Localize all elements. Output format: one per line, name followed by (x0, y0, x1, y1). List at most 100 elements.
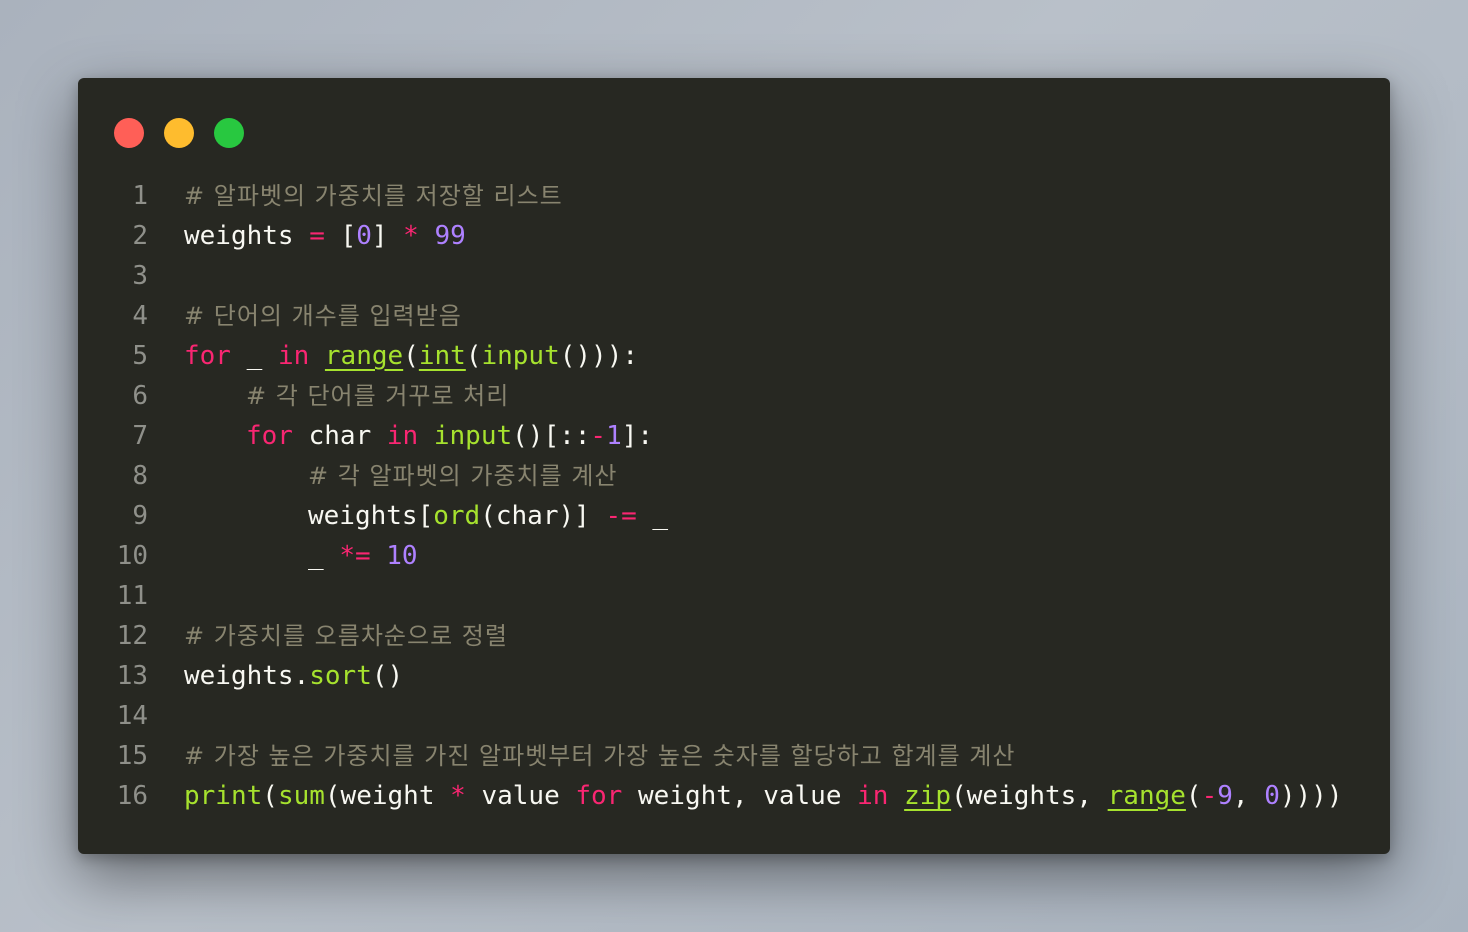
function-token: sort (309, 661, 372, 691)
line-source: # 각 알파벳의 가중치를 계산 (184, 456, 618, 496)
line-number: 5 (132, 341, 148, 371)
code-line: 16 print(sum(weight * value for weight, v… (78, 776, 1390, 816)
maximize-button[interactable] (214, 118, 244, 148)
code-token: weights (184, 221, 310, 251)
function-token: ord (433, 501, 481, 531)
code-window: 1 # 알파벳의 가중치를 저장할 리스트 2 weights = [0] * 99 3… (78, 78, 1390, 854)
operator-token: - (1201, 781, 1218, 811)
builtin-function-token: zip (904, 781, 952, 811)
code-token: _ (230, 341, 278, 371)
code-token: (weight (324, 781, 451, 811)
code-token: ()[:: (512, 421, 591, 451)
code-token: _ (308, 541, 340, 571)
line-number: 3 (132, 261, 148, 291)
keyword-token: for (246, 421, 293, 451)
line-source: for _ in range(int(input())): (184, 336, 638, 376)
code-line: 9 weights[ord(char)] -= _ (78, 496, 1390, 536)
operator-token: -= (605, 501, 637, 531)
code-token: value (465, 781, 576, 811)
code-token: , (1232, 781, 1265, 811)
line-number: 11 (116, 581, 148, 611)
line-number: 8 (132, 461, 148, 491)
code-editor: 1 # 알파벳의 가중치를 저장할 리스트 2 weights = [0] * 99 3… (78, 176, 1390, 816)
line-number: 2 (132, 221, 148, 251)
code-token: ( (1185, 781, 1202, 811)
code-comment: # 가중치를 오름차순으로 정렬 (184, 622, 508, 650)
operator-token: *= (339, 541, 371, 571)
number-token: 1 (606, 421, 622, 451)
code-token: ( (262, 781, 278, 811)
code-line: 8 # 각 알파벳의 가중치를 계산 (78, 456, 1390, 496)
number-token: 0 (1264, 781, 1280, 811)
code-token: ())): (559, 341, 639, 371)
code-line: 15 # 가장 높은 가중치를 가진 알파벳부터 가장 높은 숫자를 할당하고 합… (78, 736, 1390, 776)
line-source: _ *= 10 (184, 536, 418, 576)
line-number: 6 (132, 381, 148, 411)
builtin-function-token: int (418, 341, 466, 371)
code-token: ( (403, 341, 419, 371)
function-token: sum (277, 781, 325, 811)
line-number: 9 (132, 501, 148, 531)
line-number: 7 (132, 421, 148, 451)
keyword-token: for (184, 341, 231, 371)
line-number: 10 (116, 541, 148, 571)
code-comment: # 단어의 개수를 입력받음 (184, 302, 462, 330)
code-token: [ (324, 221, 357, 251)
code-token: weight, value (622, 781, 858, 811)
line-source: weights[ord(char)] -= _ (184, 496, 668, 536)
line-source: # 가장 높은 가중치를 가진 알파벳부터 가장 높은 숫자를 할당하고 합계를… (184, 736, 1016, 776)
function-token: input (481, 341, 560, 371)
code-line: 5 for _ in range(int(input())): (78, 336, 1390, 376)
line-number: 1 (132, 181, 148, 211)
code-line: 14 (78, 696, 1390, 736)
line-number: 16 (116, 781, 148, 811)
code-line: 10 _ *= 10 (78, 536, 1390, 576)
code-line: 2 weights = [0] * 99 (78, 216, 1390, 256)
code-comment: # 각 알파벳의 가중치를 계산 (308, 462, 618, 490)
code-token: (weights, (951, 781, 1108, 811)
minimize-button[interactable] (164, 118, 194, 148)
line-source: weights = [0] * 99 (184, 216, 466, 256)
code-token: weights[ (308, 501, 434, 531)
code-token: char (292, 421, 387, 451)
code-comment: # 가장 높은 가중치를 가진 알파벳부터 가장 높은 숫자를 할당하고 합계를… (184, 742, 1016, 770)
operator-token: * (403, 221, 419, 251)
code-token: weights. (184, 661, 310, 691)
code-token: ( (465, 341, 482, 371)
keyword-token: for (575, 781, 623, 811)
function-token: input (433, 421, 513, 451)
number-token: 10 (386, 541, 418, 571)
code-token: (char)] (480, 501, 606, 531)
code-comment: # 알파벳의 가중치를 저장할 리스트 (184, 182, 563, 210)
number-token: 9 (1217, 781, 1233, 811)
close-button[interactable] (114, 118, 144, 148)
builtin-function-token: range (324, 341, 404, 371)
operator-token: = (309, 221, 325, 251)
line-number: 13 (116, 661, 148, 691)
line-source: # 각 단어를 거꾸로 처리 (184, 376, 509, 416)
code-line: 4 # 단어의 개수를 입력받음 (78, 296, 1390, 336)
code-token: ] (371, 221, 404, 251)
code-token: _ (636, 501, 669, 531)
code-line: 3 (78, 256, 1390, 296)
code-token: )))) (1279, 781, 1359, 811)
line-number: 4 (132, 301, 148, 331)
code-comment: # 각 단어를 거꾸로 처리 (246, 382, 510, 410)
code-line: 1 # 알파벳의 가중치를 저장할 리스트 (78, 176, 1390, 216)
keyword-token: in (857, 781, 889, 811)
code-token: ]: (621, 421, 654, 451)
code-line: 11 (78, 576, 1390, 616)
builtin-function-token: range (1107, 781, 1186, 811)
code-line: 13 weights.sort() (78, 656, 1390, 696)
window-controls (114, 118, 244, 148)
function-token: print (184, 781, 263, 811)
line-number: 12 (116, 621, 148, 651)
line-source: # 알파벳의 가중치를 저장할 리스트 (184, 176, 563, 216)
keyword-token: in (386, 421, 419, 451)
line-source: # 단어의 개수를 입력받음 (184, 296, 462, 336)
line-number: 14 (116, 701, 148, 731)
